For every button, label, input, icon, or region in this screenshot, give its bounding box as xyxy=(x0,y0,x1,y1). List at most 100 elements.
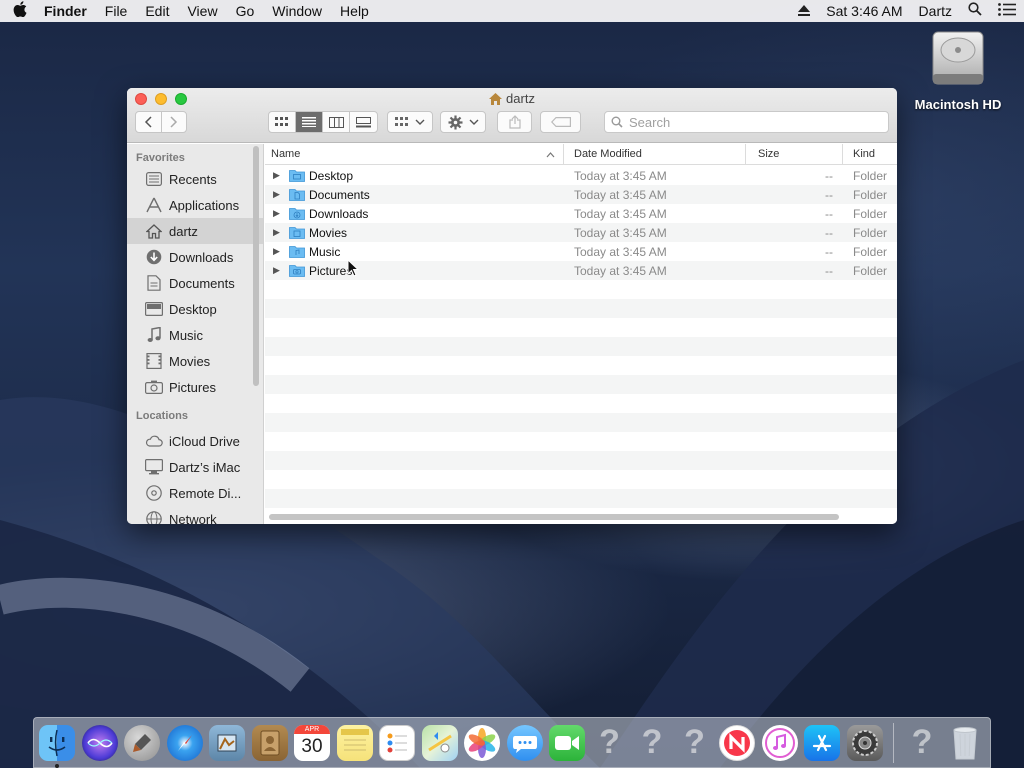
empty-row xyxy=(265,394,897,413)
column-header-size[interactable]: Size xyxy=(746,143,843,165)
spotlight-icon[interactable] xyxy=(960,0,990,22)
contacts-dock-icon[interactable] xyxy=(251,724,288,761)
file-date: Today at 3:45 AM xyxy=(574,168,667,183)
itunes-dock-icon[interactable] xyxy=(761,724,798,761)
back-button[interactable] xyxy=(136,112,162,132)
sidebar-item-imac[interactable]: Dartz’s iMac xyxy=(127,454,263,480)
table-row[interactable]: ▶ Desktop Today at 3:45 AM -- Folder xyxy=(265,166,897,185)
news-dock-icon[interactable] xyxy=(719,724,755,761)
action-menu-button[interactable] xyxy=(440,111,486,133)
table-row[interactable]: ▶ Downloads Today at 3:45 AM -- Folder xyxy=(265,204,897,223)
menu-window[interactable]: Window xyxy=(263,0,331,22)
menu-file[interactable]: File xyxy=(96,0,137,22)
apple-menu-icon[interactable] xyxy=(0,0,40,22)
gallery-view-button[interactable] xyxy=(350,112,377,132)
trash-icon[interactable] xyxy=(947,725,983,761)
list-view-button[interactable] xyxy=(296,112,323,132)
system-preferences-dock-icon[interactable] xyxy=(846,724,883,761)
disclosure-triangle-icon[interactable]: ▶ xyxy=(273,246,289,257)
column-header-name[interactable]: Name xyxy=(265,143,564,165)
chevron-left-icon xyxy=(145,116,152,128)
disclosure-triangle-icon[interactable]: ▶ xyxy=(273,208,289,219)
sidebar-item-label: Documents xyxy=(169,275,235,291)
unknown-app-icon[interactable]: ? xyxy=(592,723,628,761)
table-row[interactable]: ▶ Pictures Today at 3:45 AM -- Folder xyxy=(265,261,897,280)
mail-photo-dock-icon[interactable] xyxy=(209,724,245,761)
horizontal-scrollbar[interactable] xyxy=(269,514,839,520)
empty-row xyxy=(265,280,897,299)
forward-button[interactable] xyxy=(162,112,187,132)
empty-row xyxy=(265,299,897,318)
app-store-dock-icon[interactable] xyxy=(804,724,840,761)
sidebar-item-network[interactable]: Network xyxy=(127,506,263,524)
table-row[interactable]: ▶ Documents Today at 3:45 AM -- Folder xyxy=(265,185,897,204)
notification-center-icon[interactable] xyxy=(990,0,1024,22)
sidebar-item-label: Desktop xyxy=(169,301,217,317)
safari-dock-icon[interactable] xyxy=(166,724,203,761)
icon-view-button[interactable] xyxy=(269,112,296,132)
calendar-dock-icon[interactable]: APR 30 xyxy=(294,724,330,761)
menu-finder[interactable]: Finder xyxy=(40,0,96,22)
tag-icon xyxy=(550,117,571,127)
file-date: Today at 3:45 AM xyxy=(574,187,667,202)
sidebar-item-movies[interactable]: Movies xyxy=(127,348,263,374)
sidebar-item-documents[interactable]: Documents xyxy=(127,270,263,296)
file-name: Pictures xyxy=(309,263,353,278)
grid-icon xyxy=(275,117,288,126)
sidebar-item-downloads[interactable]: Downloads xyxy=(127,244,263,270)
facetime-dock-icon[interactable] xyxy=(549,724,585,761)
group-by-button[interactable] xyxy=(387,111,433,133)
sidebar-item-dartz[interactable]: dartz xyxy=(127,218,263,244)
sidebar-item-remote-disc[interactable]: Remote Di... xyxy=(127,480,263,506)
menu-edit[interactable]: Edit xyxy=(136,0,178,22)
disclosure-triangle-icon[interactable]: ▶ xyxy=(273,170,289,181)
column-header-kind[interactable]: Kind xyxy=(843,144,897,165)
sidebar-item-label: Applications xyxy=(169,197,240,213)
notes-dock-icon[interactable] xyxy=(336,724,373,761)
reminders-dock-icon[interactable] xyxy=(379,724,415,761)
table-row[interactable]: ▶ Music Today at 3:45 AM -- Folder xyxy=(265,242,897,261)
tags-button[interactable] xyxy=(540,111,581,133)
movies-icon xyxy=(145,353,163,369)
unknown-app-icon[interactable]: ? xyxy=(904,723,940,761)
disclosure-triangle-icon[interactable]: ▶ xyxy=(273,227,289,238)
disclosure-triangle-icon[interactable]: ▶ xyxy=(273,189,289,200)
maps-dock-icon[interactable] xyxy=(421,724,458,761)
eject-icon[interactable] xyxy=(790,0,818,22)
menu-go[interactable]: Go xyxy=(227,0,264,22)
sidebar-scrollbar[interactable] xyxy=(253,146,259,386)
chevron-down-icon xyxy=(415,119,425,125)
search-field[interactable]: Search xyxy=(604,111,889,133)
siri-dock-icon[interactable] xyxy=(81,724,118,761)
desktop-drive-macintosh-hd[interactable]: Macintosh HD xyxy=(910,30,1006,112)
sidebar-item-pictures[interactable]: Pictures xyxy=(127,374,263,400)
file-date: Today at 3:45 AM xyxy=(574,263,667,278)
sidebar-header-locations: Locations xyxy=(136,410,188,422)
window-title-text: dartz xyxy=(506,91,535,106)
share-button[interactable] xyxy=(497,111,532,133)
sidebar-item-music[interactable]: Music xyxy=(127,322,263,348)
share-icon xyxy=(508,115,521,129)
file-name: Music xyxy=(309,244,341,259)
sidebar-item-desktop[interactable]: Desktop xyxy=(127,296,263,322)
table-row[interactable]: ▶ Movies Today at 3:45 AM -- Folder xyxy=(265,223,897,242)
finder-dock-icon[interactable] xyxy=(39,724,75,768)
launchpad-dock-icon[interactable] xyxy=(124,724,160,761)
menu-help[interactable]: Help xyxy=(331,0,378,22)
sidebar-item-applications[interactable]: Applications xyxy=(127,192,263,218)
menu-user[interactable]: Dartz xyxy=(911,0,960,22)
unknown-app-icon[interactable]: ? xyxy=(677,723,713,761)
menu-clock[interactable]: Sat 3:46 AM xyxy=(818,0,910,22)
empty-row xyxy=(265,451,897,470)
disclosure-triangle-icon[interactable]: ▶ xyxy=(273,265,289,276)
unknown-app-icon[interactable]: ? xyxy=(634,723,670,761)
menu-view[interactable]: View xyxy=(178,0,226,22)
title-bar[interactable]: dartz Search xyxy=(127,88,897,143)
column-header-date[interactable]: Date Modified xyxy=(564,143,746,165)
photos-dock-icon[interactable] xyxy=(464,724,500,761)
sidebar-item-recents[interactable]: Recents xyxy=(127,166,263,192)
file-size: -- xyxy=(825,187,833,202)
messages-dock-icon[interactable] xyxy=(506,724,543,761)
column-view-button[interactable] xyxy=(323,112,350,132)
sidebar-item-icloud-drive[interactable]: iCloud Drive xyxy=(127,428,263,454)
